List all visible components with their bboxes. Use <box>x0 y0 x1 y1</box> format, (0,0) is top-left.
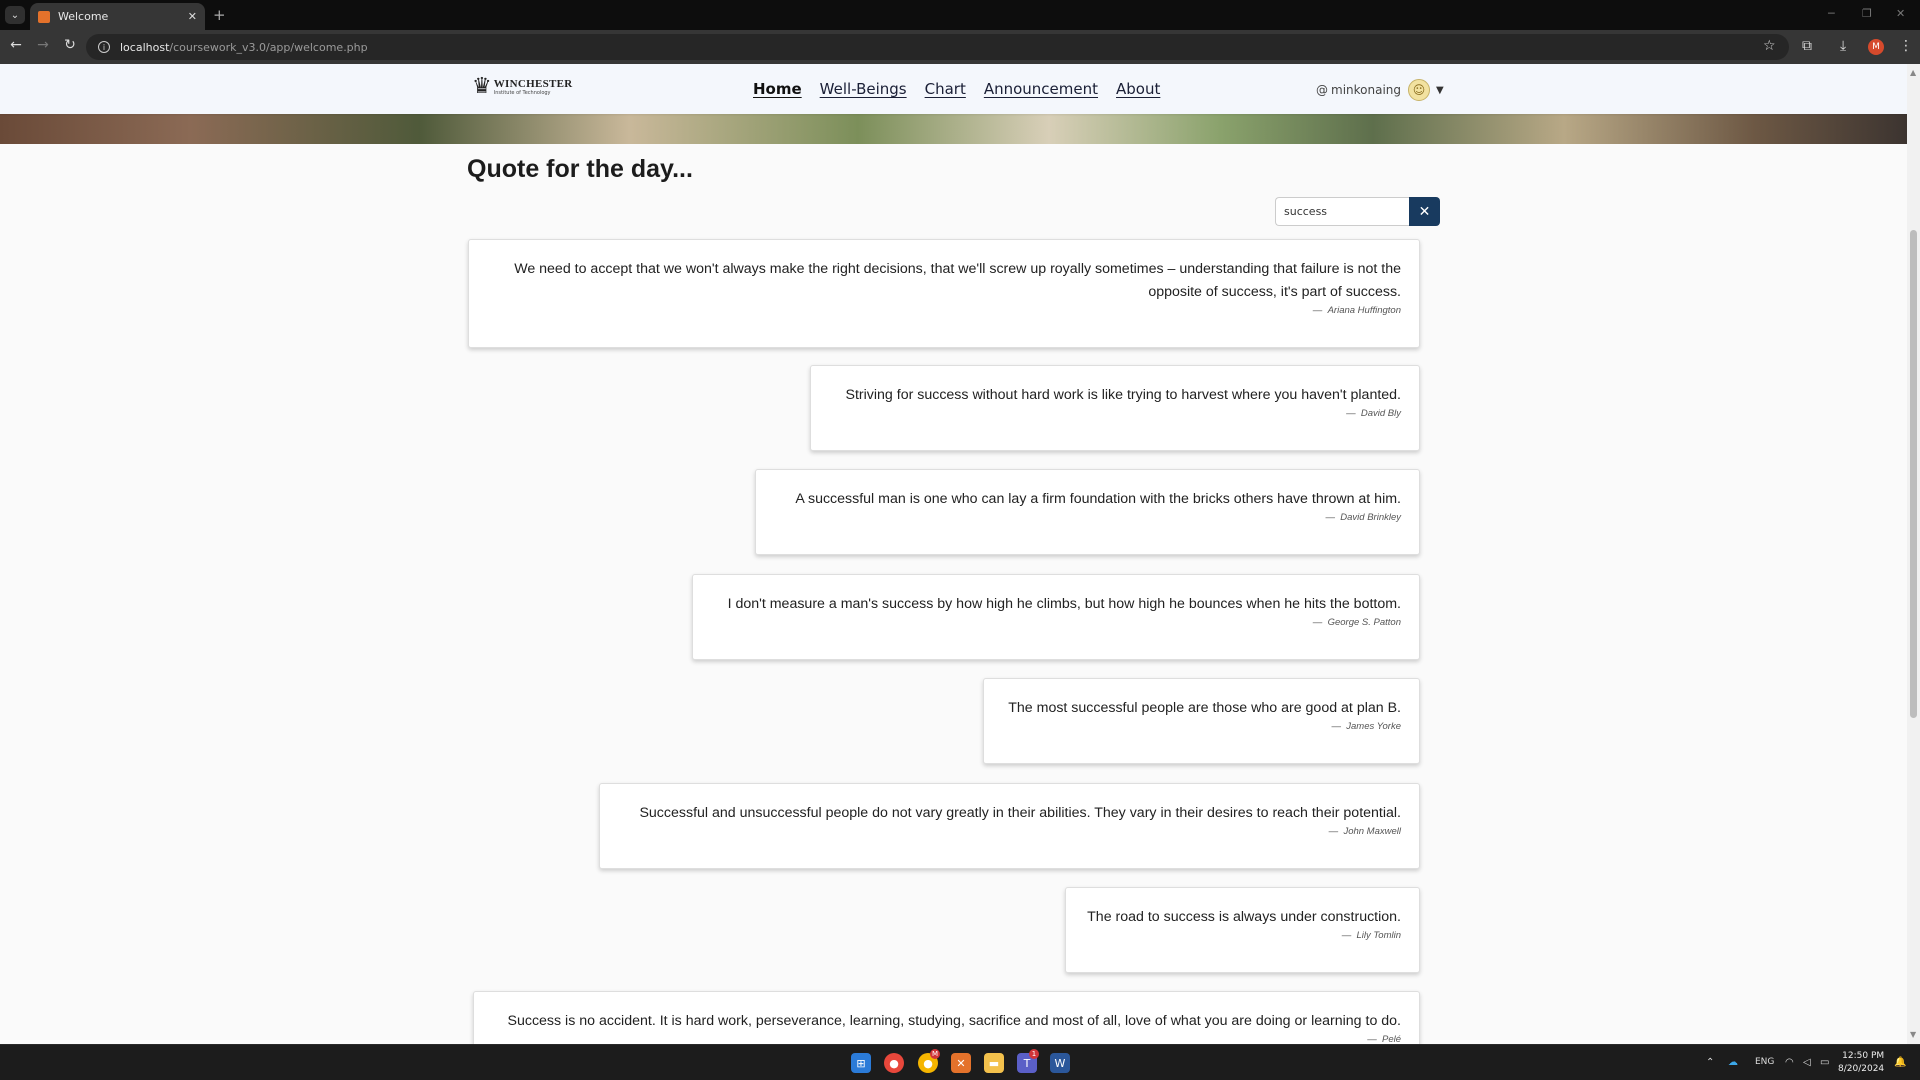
site-logo[interactable]: ♛ WINCHESTER Institute of Technology <box>472 76 573 98</box>
teams-badge: 1 <box>1029 1049 1039 1059</box>
quote-author-name: John Maxwell <box>1343 826 1401 837</box>
nav-announcement[interactable]: Announcement <box>984 80 1098 98</box>
reload-icon[interactable]: ↻ <box>60 37 80 53</box>
forward-icon[interactable]: → <box>33 37 53 53</box>
avatar[interactable]: ☺ <box>1408 79 1431 101</box>
tab-search-chevron-icon[interactable]: ⌄ <box>5 6 25 24</box>
new-tab-button[interactable]: + <box>213 6 226 24</box>
quote-author: — David Brinkley <box>1325 512 1402 523</box>
username: minkonaing <box>1331 83 1402 97</box>
system-clock[interactable]: 12:50 PM 8/20/2024 <box>1838 1050 1884 1076</box>
quote-author-name: James Yorke <box>1346 721 1401 732</box>
scroll-down-icon[interactable]: ▼ <box>1910 1030 1916 1039</box>
quote-search: ✕ <box>1275 197 1440 226</box>
quote-author-name: Pelé <box>1381 1034 1401 1044</box>
main-nav: Home Well-Beings Chart Announcement Abou… <box>753 80 1160 98</box>
site-navbar: ♛ WINCHESTER Institute of Technology Hom… <box>0 64 1907 114</box>
quote-text: Success is no accident. It is hard work,… <box>507 1013 1402 1029</box>
profile-avatar[interactable]: M <box>1868 39 1884 55</box>
wifi-icon[interactable]: ◠ <box>1785 1057 1794 1068</box>
quote-card: Successful and unsuccessful people do no… <box>599 783 1420 869</box>
notification-bell-icon[interactable]: 🔔 <box>1894 1057 1906 1068</box>
nav-about[interactable]: About <box>1116 80 1160 98</box>
quote-author: — Lily Tomlin <box>1341 930 1401 941</box>
download-icon[interactable]: ⤓ <box>1840 38 1846 54</box>
page-viewport: ♛ WINCHESTER Institute of Technology Hom… <box>0 64 1920 1044</box>
clock-time: 12:50 PM <box>1842 1051 1885 1061</box>
windows-taskbar: ⊞ ● ● M ✕ ▬ T 1 W ⌃ ☁ ENG ◠ ◁ ▭ 12:50 PM… <box>0 1044 1920 1080</box>
page-scrollbar[interactable]: ▲ ▼ <box>1907 64 1920 1044</box>
logo-subtitle: Institute of Technology <box>493 90 551 96</box>
back-icon[interactable]: ← <box>6 37 26 53</box>
restore-icon[interactable]: ❐ <box>1862 7 1872 20</box>
window-close-icon[interactable]: ✕ <box>1896 7 1905 20</box>
clock-date: 8/20/2024 <box>1838 1064 1885 1074</box>
quote-card: The most successful people are those who… <box>983 678 1420 764</box>
quote-card: The road to success is always under cons… <box>1065 887 1420 973</box>
quote-author-name: Ariana Huffington <box>1327 305 1401 316</box>
minimize-icon[interactable]: ─ <box>1828 7 1835 20</box>
quote-card: Striving for success without hard work i… <box>810 365 1420 451</box>
quote-author: — James Yorke <box>1331 721 1401 732</box>
language-indicator[interactable]: ENG <box>1755 1057 1774 1067</box>
user-menu[interactable]: @ minkonaing ☺ ▼ <box>1316 79 1444 101</box>
quote-author: — Ariana Huffington <box>1312 305 1401 316</box>
xampp-favicon-icon <box>38 10 50 23</box>
quote-author-name: David Brinkley <box>1340 512 1401 523</box>
quote-text: The most successful people are those who… <box>1008 700 1401 716</box>
tray-chevron-up-icon[interactable]: ⌃ <box>1706 1057 1714 1068</box>
volume-icon[interactable]: ◁ <box>1803 1057 1811 1068</box>
quote-card: A successful man is one who can lay a fi… <box>755 469 1420 555</box>
quote-author-name: George S. Patton <box>1327 617 1401 628</box>
onedrive-icon[interactable]: ☁ <box>1728 1057 1738 1068</box>
word-icon[interactable]: W <box>1050 1053 1070 1073</box>
tab-close-icon[interactable]: ✕ <box>188 10 197 23</box>
quote-author: — David Bly <box>1346 408 1401 419</box>
quote-text: We need to accept that we won't always m… <box>514 261 1401 300</box>
file-explorer-icon[interactable]: ▬ <box>984 1053 1004 1073</box>
search-input[interactable] <box>1275 197 1409 226</box>
quote-text: Striving for success without hard work i… <box>845 387 1402 403</box>
quote-author: — George S. Patton <box>1312 617 1401 628</box>
page-title: Quote for the day... <box>467 155 693 183</box>
quote-card: I don't measure a man's success by how h… <box>692 574 1420 660</box>
quote-card: Success is no accident. It is hard work,… <box>473 991 1420 1044</box>
clear-search-button[interactable]: ✕ <box>1409 197 1440 226</box>
browser-tab-bar: ⌄ Welcome ✕ + ─ ❐ ✕ <box>0 0 1920 30</box>
nav-chart[interactable]: Chart <box>925 80 966 98</box>
url-path: /coursework_v3.0/app/welcome.php <box>169 40 368 54</box>
crown-logo-icon: ♛ <box>472 74 492 99</box>
tab-title: Welcome <box>58 10 109 23</box>
quote-text: The road to success is always under cons… <box>1087 909 1401 925</box>
nav-home[interactable]: Home <box>753 80 802 98</box>
url-host: localhost <box>120 40 170 54</box>
nav-well-beings[interactable]: Well-Beings <box>820 80 907 98</box>
chrome-profile-badge: M <box>930 1049 940 1059</box>
quote-author: — Pelé <box>1367 1034 1401 1044</box>
battery-icon[interactable]: ▭ <box>1820 1057 1829 1068</box>
quote-card: We need to accept that we won't always m… <box>468 239 1420 348</box>
extensions-icon[interactable]: ⧉ <box>1802 38 1812 54</box>
quote-author-name: Lily Tomlin <box>1356 930 1401 941</box>
address-bar[interactable]: i localhost /coursework_v3.0/app/welcome… <box>86 34 1789 60</box>
scrollbar-thumb[interactable] <box>1910 230 1917 718</box>
browser-toolbar: ← → ↻ i localhost /coursework_v3.0/app/w… <box>0 30 1920 64</box>
quote-author: — John Maxwell <box>1328 826 1401 837</box>
browser-menu-icon[interactable]: ⋮ <box>1899 38 1913 54</box>
logo-name: WINCHESTER <box>493 78 573 90</box>
site-info-icon[interactable]: i <box>98 41 110 53</box>
quote-text: Successful and unsuccessful people do no… <box>639 805 1401 821</box>
quote-text: A successful man is one who can lay a fi… <box>795 491 1401 507</box>
browser-tab[interactable]: Welcome ✕ <box>30 3 205 30</box>
quote-author-name: David Bly <box>1360 408 1401 419</box>
windows-start-icon[interactable]: ⊞ <box>851 1053 871 1073</box>
bookmark-star-icon[interactable]: ☆ <box>1763 38 1776 54</box>
chevron-down-icon[interactable]: ▼ <box>1436 85 1444 96</box>
scroll-up-icon[interactable]: ▲ <box>1910 68 1916 77</box>
xampp-icon[interactable]: ✕ <box>951 1053 971 1073</box>
at-symbol: @ <box>1316 83 1328 97</box>
chrome-icon[interactable]: ● <box>884 1053 904 1073</box>
quote-text: I don't measure a man's success by how h… <box>727 596 1401 612</box>
